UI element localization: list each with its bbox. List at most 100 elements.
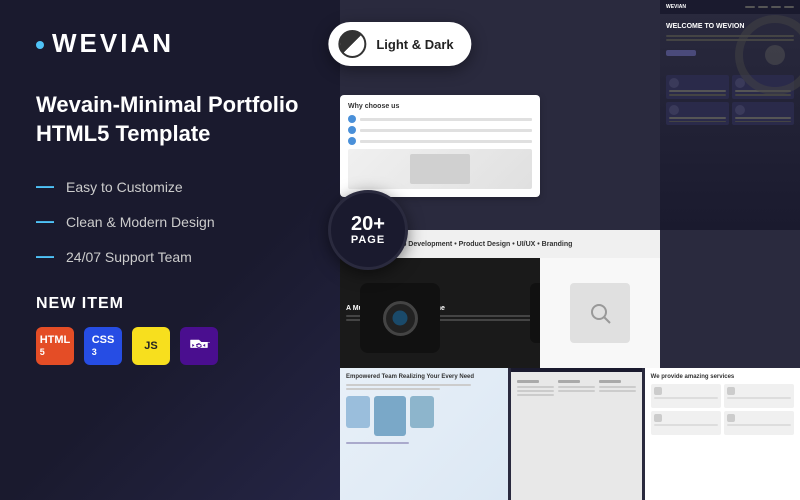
- why-bullet-3: [348, 137, 356, 145]
- nav-dot-1: [745, 6, 755, 8]
- services-section: We provide amazing services: [645, 368, 800, 500]
- team-people: [346, 396, 502, 436]
- service-4: [724, 411, 794, 435]
- service-icon-1: [654, 387, 662, 395]
- search-icon: [588, 301, 612, 325]
- right-panel: WEVIAN WELCOME TO WEVION: [340, 0, 800, 500]
- light-dark-label: Light & Dark: [376, 37, 453, 52]
- tech-badges: HTML5 CSS3 JS: [36, 327, 304, 365]
- feat-title-4: [735, 117, 792, 119]
- dark-header: WEVIAN: [660, 0, 800, 14]
- feat-icon-3: [669, 105, 679, 115]
- dark-logo: WEVIAN: [666, 4, 686, 10]
- why-bullet-1: [348, 115, 356, 123]
- dark-cta-btn: [666, 50, 696, 56]
- person-3: [410, 396, 434, 428]
- service-1: [651, 384, 721, 408]
- features-list: — Easy to Customize — Clean & Modern Des…: [36, 176, 304, 267]
- nav-dot-3: [771, 6, 781, 8]
- dark-feat-1: [666, 75, 729, 99]
- services-grid: [651, 384, 794, 435]
- dark-theme-preview: WEVIAN WELCOME TO WEVION: [660, 0, 800, 230]
- pages-badge: 20+ PAGE: [328, 190, 408, 270]
- cta-line: [346, 442, 409, 444]
- why-title: Why choose us: [348, 103, 532, 110]
- laptop-image-area: [348, 149, 532, 189]
- light-dark-pill[interactable]: Light & Dark: [328, 22, 471, 66]
- badge-html5: HTML5: [36, 327, 74, 365]
- service-text-4: [727, 424, 791, 426]
- footer-col-3: [599, 380, 636, 396]
- dark-feat-3: [666, 102, 729, 126]
- codepen-icon: [188, 335, 210, 357]
- feature-item-2: — Clean & Modern Design: [36, 211, 304, 232]
- service-2: [724, 384, 794, 408]
- pages-number: 20+: [351, 214, 385, 234]
- footer-nav: WEVIAN: [511, 368, 641, 372]
- product-white-section: [540, 258, 660, 368]
- why-item-1: [348, 115, 532, 123]
- col1-l2: [517, 390, 554, 392]
- service-text-3: [654, 424, 718, 426]
- html5-label: HTML5: [40, 334, 71, 358]
- feat-desc-4: [735, 121, 792, 123]
- why-item-3: [348, 137, 532, 145]
- col3-l2: [599, 390, 636, 392]
- feat-desc-1: [669, 94, 726, 96]
- person-2-main: [374, 396, 406, 436]
- feature-text-1: Easy to Customize: [66, 179, 183, 195]
- feat-title-3: [669, 117, 726, 119]
- css3-label: CSS3: [92, 334, 115, 358]
- left-panel: WEVIAN Wevain-Minimal Portfolio HTML5 Te…: [0, 0, 340, 500]
- footer-content: [511, 376, 641, 400]
- feat-icon-4: [735, 105, 745, 115]
- feat-desc-2: [735, 94, 792, 96]
- team-section: Empowered Team Realizing Your Every Need: [340, 368, 508, 500]
- badge-codepen: [180, 327, 218, 365]
- person-1: [346, 396, 370, 428]
- footer-col-1: [517, 380, 554, 396]
- footer-columns: [517, 380, 635, 396]
- badge-css3: CSS3: [84, 327, 122, 365]
- why-text-3: [360, 140, 532, 143]
- col2-l2: [558, 390, 595, 392]
- dash-icon-2: —: [36, 211, 54, 232]
- dash-icon-3: —: [36, 246, 54, 267]
- laptop-graphic: [410, 154, 470, 184]
- col1-title: [517, 380, 539, 383]
- footer-col-2: [558, 380, 595, 396]
- left-content: WEVIAN Wevain-Minimal Portfolio HTML5 Te…: [36, 28, 304, 365]
- footer-section: WEVIAN: [511, 368, 641, 500]
- feat-title-1: [669, 90, 726, 92]
- new-item-label: NEW ITEM: [36, 295, 304, 313]
- feature-item-3: — 24/07 Support Team: [36, 246, 304, 267]
- why-text-1: [360, 118, 532, 121]
- badge-js: JS: [132, 327, 170, 365]
- col3-l1: [599, 386, 636, 388]
- logo: WEVIAN: [36, 28, 304, 59]
- col2-title: [558, 380, 580, 383]
- why-item-2: [348, 126, 532, 134]
- main-title: Wevain-Minimal Portfolio HTML5 Template: [36, 91, 304, 148]
- why-text-2: [360, 129, 532, 132]
- dash-icon-1: —: [36, 176, 54, 197]
- why-choose-us-card: Why choose us: [340, 95, 540, 197]
- pages-label: PAGE: [351, 234, 385, 246]
- service-icon-2: [727, 387, 735, 395]
- service-icon-3: [654, 414, 662, 422]
- dark-nav: [745, 6, 794, 8]
- wheel-hub: [765, 45, 785, 65]
- logo-dot: [36, 41, 44, 49]
- camera-lens: [383, 301, 418, 336]
- feature-text-3: 24/07 Support Team: [66, 249, 192, 265]
- services-title: We provide amazing services: [651, 374, 794, 380]
- footer-logo: WEVIAN: [511, 368, 531, 370]
- col1-l1: [517, 386, 554, 388]
- service-text-1: [654, 397, 718, 399]
- js-label: JS: [144, 340, 157, 352]
- camera-product: [360, 283, 440, 353]
- feature-text-2: Clean & Modern Design: [66, 214, 215, 230]
- feature-item-1: — Easy to Customize: [36, 176, 304, 197]
- feat-desc-3: [669, 121, 726, 123]
- why-bullet-2: [348, 126, 356, 134]
